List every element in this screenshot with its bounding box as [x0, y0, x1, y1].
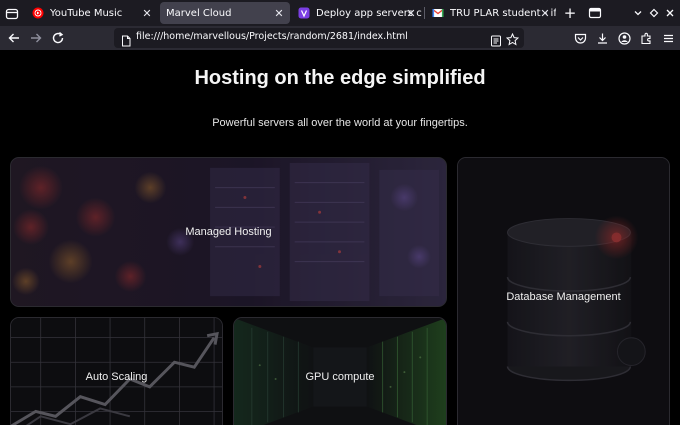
- menu-hamburger-icon[interactable]: [660, 30, 676, 46]
- tab-groups-icon[interactable]: [587, 5, 603, 21]
- tab-youtube-music[interactable]: YouTube Music ✕: [26, 2, 158, 24]
- url-text[interactable]: file:///home/marvellous/Projects/random/…: [136, 31, 408, 42]
- close-tab-icon[interactable]: ✕: [538, 6, 552, 20]
- firefox-view-icon[interactable]: [5, 6, 19, 20]
- reader-view-icon[interactable]: [490, 32, 502, 47]
- tab-gmail[interactable]: TRU PLAR student - ifezuej ✕: [426, 2, 556, 24]
- managed-hosting-card[interactable]: Managed Hosting: [10, 157, 447, 307]
- gmail-icon: [432, 7, 444, 19]
- tab-deploy-app-servers[interactable]: Deploy app servers close t ✕: [292, 2, 422, 24]
- auto-scaling-label: Auto Scaling: [85, 371, 148, 383]
- gpu-compute-label: GPU compute: [305, 371, 375, 383]
- fly-io-icon: [298, 7, 310, 19]
- back-arrow-icon[interactable]: [6, 30, 22, 46]
- forward-arrow-icon[interactable]: [28, 30, 44, 46]
- account-icon[interactable]: [616, 30, 632, 46]
- tab-separator: [424, 7, 425, 19]
- window-minimize-icon[interactable]: [646, 5, 662, 21]
- window-close-icon[interactable]: [662, 5, 678, 21]
- bookmark-star-icon[interactable]: [505, 31, 520, 46]
- tab-strip: YouTube Music ✕ Marvel Cloud ✕ Deploy ap…: [0, 0, 680, 26]
- tab-marvel-cloud[interactable]: Marvel Cloud ✕: [160, 2, 290, 24]
- close-tab-icon[interactable]: ✕: [404, 6, 418, 20]
- list-all-tabs-icon[interactable]: [630, 5, 646, 21]
- gpu-compute-card[interactable]: GPU compute: [233, 317, 447, 425]
- auto-scaling-card[interactable]: Auto Scaling: [10, 317, 223, 425]
- page-title: Hosting on the edge simplified: [194, 67, 486, 89]
- youtube-music-icon: [32, 7, 44, 19]
- close-tab-icon[interactable]: ✕: [140, 6, 154, 20]
- reload-icon[interactable]: [50, 30, 66, 46]
- managed-hosting-label: Managed Hosting: [185, 226, 272, 238]
- close-tab-icon[interactable]: ✕: [272, 6, 286, 20]
- url-bar[interactable]: file:///home/marvellous/Projects/random/…: [114, 28, 524, 48]
- pocket-icon[interactable]: [572, 30, 588, 46]
- page-content: Hosting on the edge simplified Powerful …: [0, 50, 680, 425]
- page-document-icon[interactable]: [120, 32, 132, 47]
- page-subtitle: Powerful servers all over the world at y…: [212, 117, 468, 129]
- new-tab-icon[interactable]: +: [562, 4, 578, 22]
- database-management-label: Database Management: [506, 291, 621, 303]
- downloads-icon[interactable]: [594, 30, 610, 46]
- database-management-card[interactable]: Database Management: [457, 157, 670, 425]
- extensions-icon[interactable]: [638, 30, 654, 46]
- navigation-toolbar: file:///home/marvellous/Projects/random/…: [0, 26, 680, 50]
